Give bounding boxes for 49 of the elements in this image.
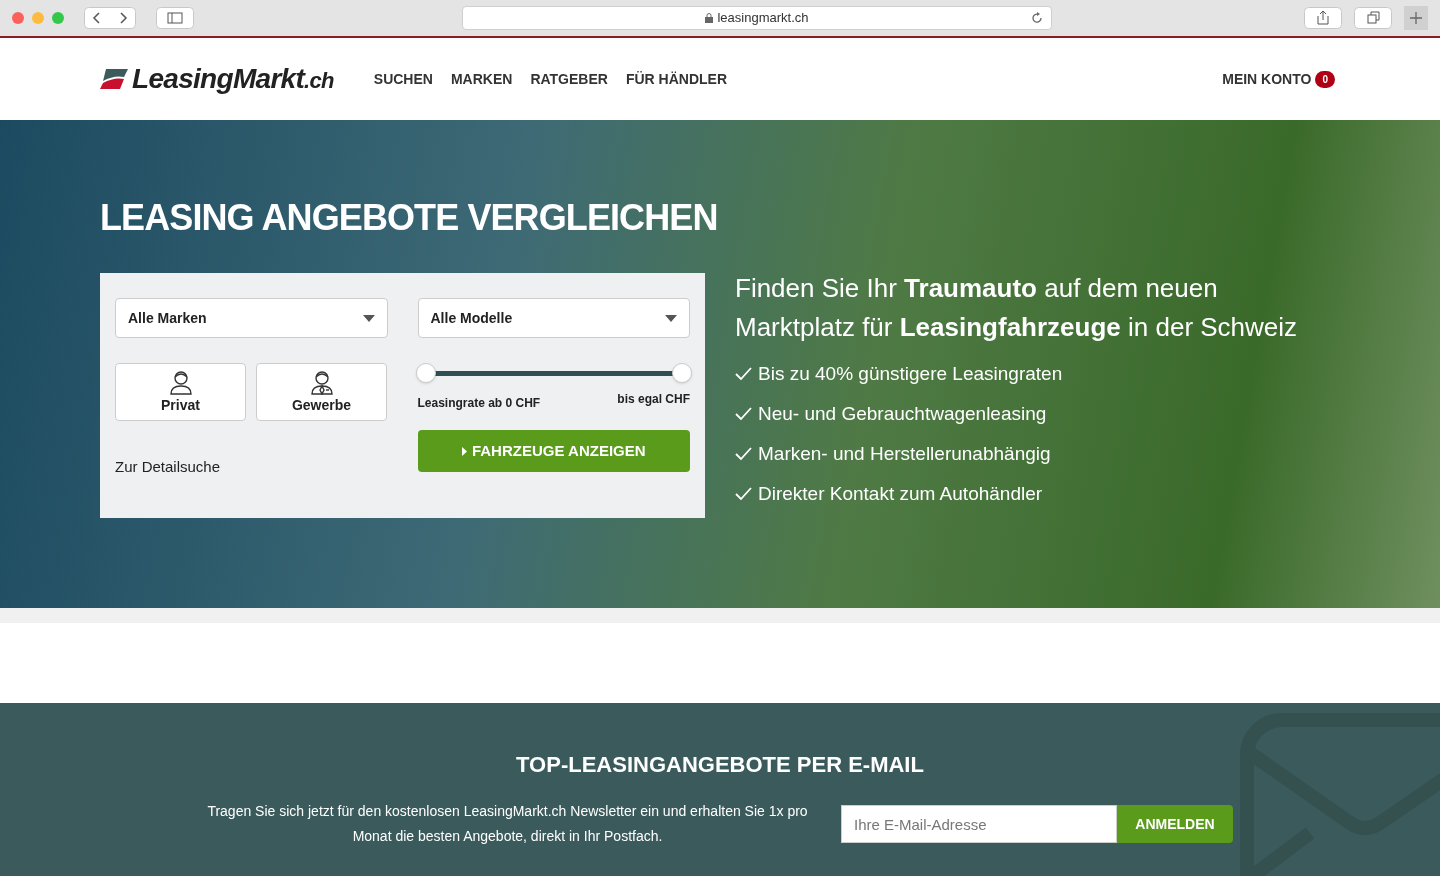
reload-icon[interactable] bbox=[1031, 12, 1043, 24]
newsletter-title: TOP-LEASINGANGEBOTE PER E-MAIL bbox=[515, 751, 925, 779]
close-window-icon[interactable] bbox=[12, 12, 24, 24]
slider-thumb[interactable] bbox=[415, 363, 436, 383]
back-icon[interactable] bbox=[84, 7, 136, 29]
slider-max-label: bis egal CHF bbox=[617, 391, 690, 408]
check-icon bbox=[735, 446, 752, 461]
lock-icon bbox=[705, 13, 714, 23]
dropdown-caret-icon bbox=[665, 314, 677, 322]
email-input[interactable]: Ihre E-Mail-Adresse bbox=[841, 805, 1117, 843]
count-badge: 0 bbox=[1315, 70, 1335, 88]
private-button[interactable]: Privat bbox=[115, 363, 246, 421]
benefit-text: Direkter Kontakt zum Autohändler bbox=[758, 482, 1043, 506]
slider-thumb[interactable] bbox=[672, 363, 692, 383]
new-tab-icon[interactable] bbox=[1404, 6, 1428, 30]
nav-link[interactable]: FÜR HÄNDLER bbox=[625, 68, 727, 90]
nav-link[interactable]: RATGEBER bbox=[530, 68, 608, 90]
dropdown-caret-icon bbox=[362, 314, 375, 322]
nav-link[interactable]: SUCHEN bbox=[373, 68, 433, 90]
address-bar[interactable]: leasingmarkt.ch bbox=[462, 6, 1052, 30]
share-icon[interactable] bbox=[1304, 7, 1342, 29]
check-icon bbox=[735, 406, 752, 421]
nav-link[interactable]: MARKEN bbox=[450, 68, 513, 90]
url-text: leasingmarkt.ch bbox=[717, 9, 809, 28]
maximize-window-icon[interactable] bbox=[52, 12, 64, 24]
businessperson-icon bbox=[308, 368, 335, 395]
logo-mark-icon bbox=[100, 69, 128, 89]
play-arrow-icon bbox=[461, 446, 467, 456]
brand-select[interactable]: Alle Marken bbox=[115, 298, 388, 338]
detail-search-link[interactable]: Zur Detailsuche bbox=[115, 456, 388, 479]
benefit-text: Marken- und Herstellerunabhängig bbox=[758, 442, 1051, 466]
tabs-icon[interactable] bbox=[1354, 7, 1392, 29]
hero-headline: Finden Sie Ihr Traumauto auf dem neuen Marktplatz für Leasingfahrzeuge in der Schweiz bbox=[735, 272, 1299, 344]
logo-text: LeasingMarkt.ch bbox=[132, 62, 334, 96]
model-select[interactable]: Alle Modelle bbox=[417, 298, 690, 338]
minimize-window-icon[interactable] bbox=[32, 12, 44, 24]
business-button[interactable]: Gewerbe bbox=[256, 363, 387, 421]
person-icon bbox=[167, 368, 194, 395]
sidebar-icon[interactable] bbox=[156, 7, 194, 29]
envelope-icon bbox=[1240, 713, 1440, 876]
check-icon bbox=[735, 486, 752, 501]
newsletter-description: Tragen Sie sich jetzt für den kostenlosen LeasingMarkt.ch Newsletter ein und erhalten Sie 1x pro Monat die besten Angebote, direkt in Ihr Postfach. bbox=[206, 802, 809, 846]
check-icon bbox=[735, 366, 752, 381]
slider-min-label: Leasingrate ab 0 CHF bbox=[417, 395, 541, 412]
hero-title: LEASING ANGEBOTE VERGLEICHEN bbox=[100, 196, 719, 240]
benefit-text: Neu- und Gebrauchtwagenleasing bbox=[758, 402, 1047, 426]
site-logo[interactable]: LeasingMarkt.ch bbox=[100, 58, 334, 100]
account-link[interactable]: MEIN KONTO 0 bbox=[1222, 68, 1335, 90]
benefit-text: Bis zu 40% günstigere Leasingraten bbox=[758, 362, 1063, 386]
